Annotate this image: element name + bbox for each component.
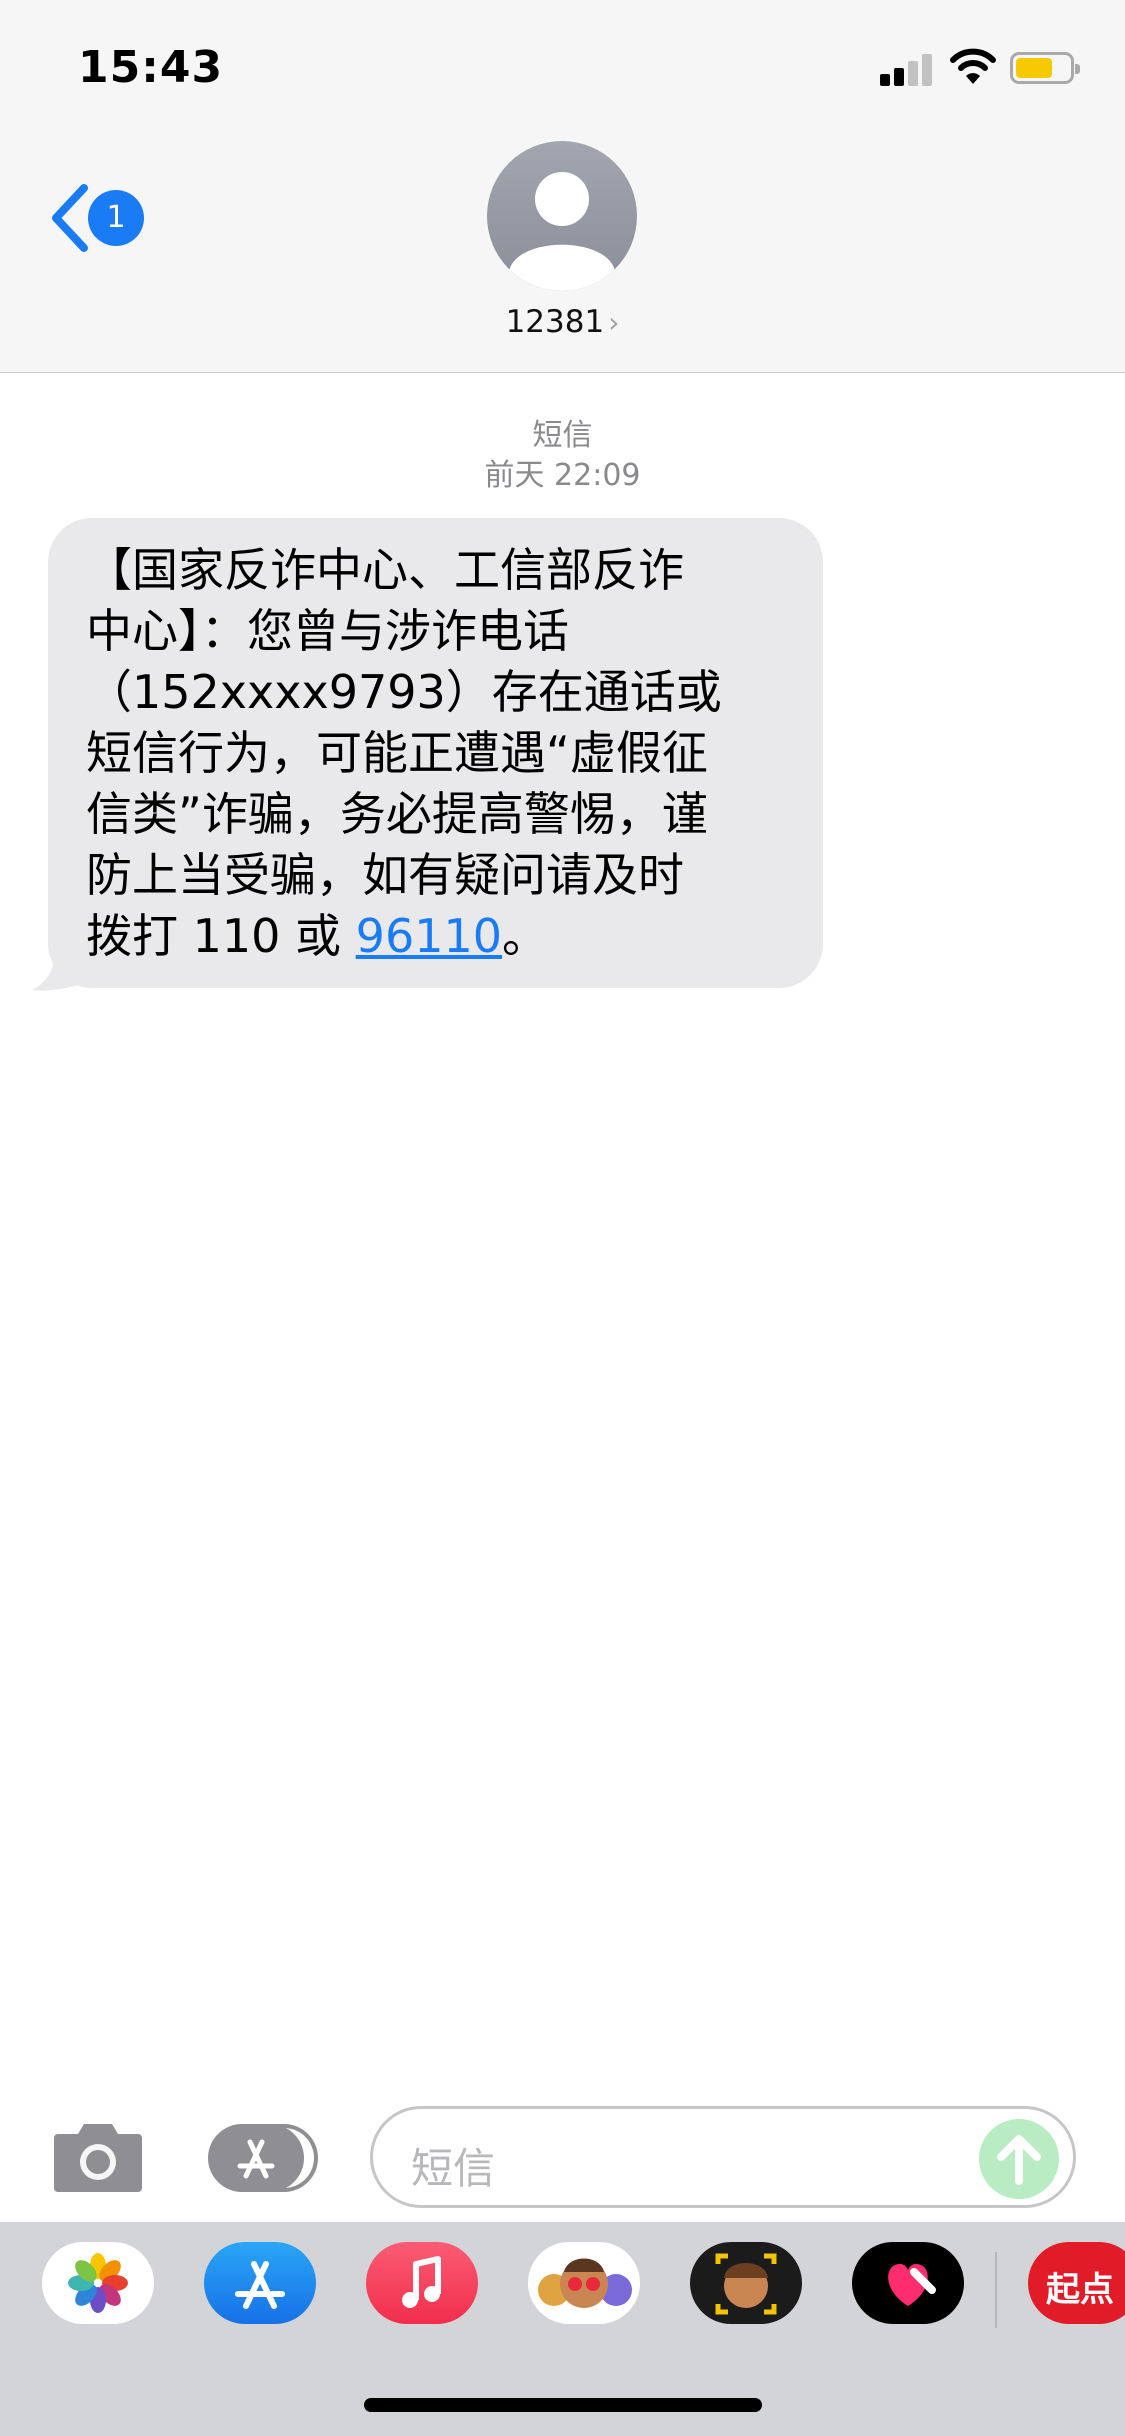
contact-name-row[interactable]: 12381 › [0, 304, 1125, 340]
qidian-app-icon[interactable]: 起点 [1028, 2242, 1125, 2324]
unread-badge: 1 [88, 190, 144, 246]
wifi-icon [950, 48, 996, 84]
photos-icon[interactable] [42, 2242, 154, 2324]
contact-name: 12381 [505, 304, 605, 340]
phone-link[interactable]: 96110 [356, 909, 502, 963]
camera-icon[interactable] [52, 2118, 144, 2194]
heart-glyph [888, 2264, 936, 2306]
chevron-right-icon: › [608, 306, 620, 339]
message-tail-punct: 。 [502, 909, 549, 963]
app-store-glyph-icon [237, 2139, 275, 2179]
message-body: 【国家反诈中心、工信部反诈 中心】：您曾与涉诈电话 （152xxxx9793）存… [86, 543, 722, 963]
app-store-a-glyph [235, 2261, 285, 2309]
qidian-label: 起点 [1046, 2270, 1114, 2310]
contact-avatar[interactable] [487, 141, 637, 291]
drawer-divider [995, 2252, 997, 2328]
home-indicator[interactable] [364, 2398, 762, 2412]
memoji-faces-glyph [538, 2258, 632, 2308]
app-store-icon[interactable] [204, 2242, 316, 2324]
photos-flower-glyph [68, 2253, 128, 2313]
memoji-stickers-icon[interactable] [528, 2242, 640, 2324]
cellular-signal-icon [880, 52, 936, 86]
status-time: 15:43 [78, 42, 224, 93]
memoji-frame-glyph [715, 2253, 777, 2315]
service-label: 短信 [532, 418, 593, 453]
music-note-glyph [402, 2256, 441, 2308]
message-text: 【国家反诈中心、工信部反诈 中心】：您曾与涉诈电话 （152xxxx9793）存… [86, 540, 791, 967]
music-icon[interactable] [366, 2242, 478, 2324]
chevron-left-icon [52, 184, 88, 252]
message-timestamp: 前天 22:09 [484, 458, 641, 493]
battery-icon [1010, 52, 1080, 84]
message-bubble[interactable]: 【国家反诈中心、工信部反诈 中心】：您曾与涉诈电话 （152xxxx9793）存… [48, 518, 823, 988]
arrow-up-icon [997, 2135, 1041, 2185]
battery-level [1016, 58, 1052, 78]
message-input[interactable]: 短信 [370, 2106, 1076, 2208]
memoji-camera-icon[interactable] [690, 2242, 802, 2324]
app-store-toggle-button[interactable] [208, 2124, 318, 2192]
conversation-header: 15:43 1 12381 › [0, 0, 1125, 373]
send-button[interactable] [979, 2119, 1059, 2199]
digital-touch-icon[interactable] [852, 2242, 964, 2324]
back-button[interactable]: 1 [48, 178, 148, 258]
person-icon [509, 172, 615, 291]
message-input-placeholder: 短信 [411, 2144, 496, 2193]
